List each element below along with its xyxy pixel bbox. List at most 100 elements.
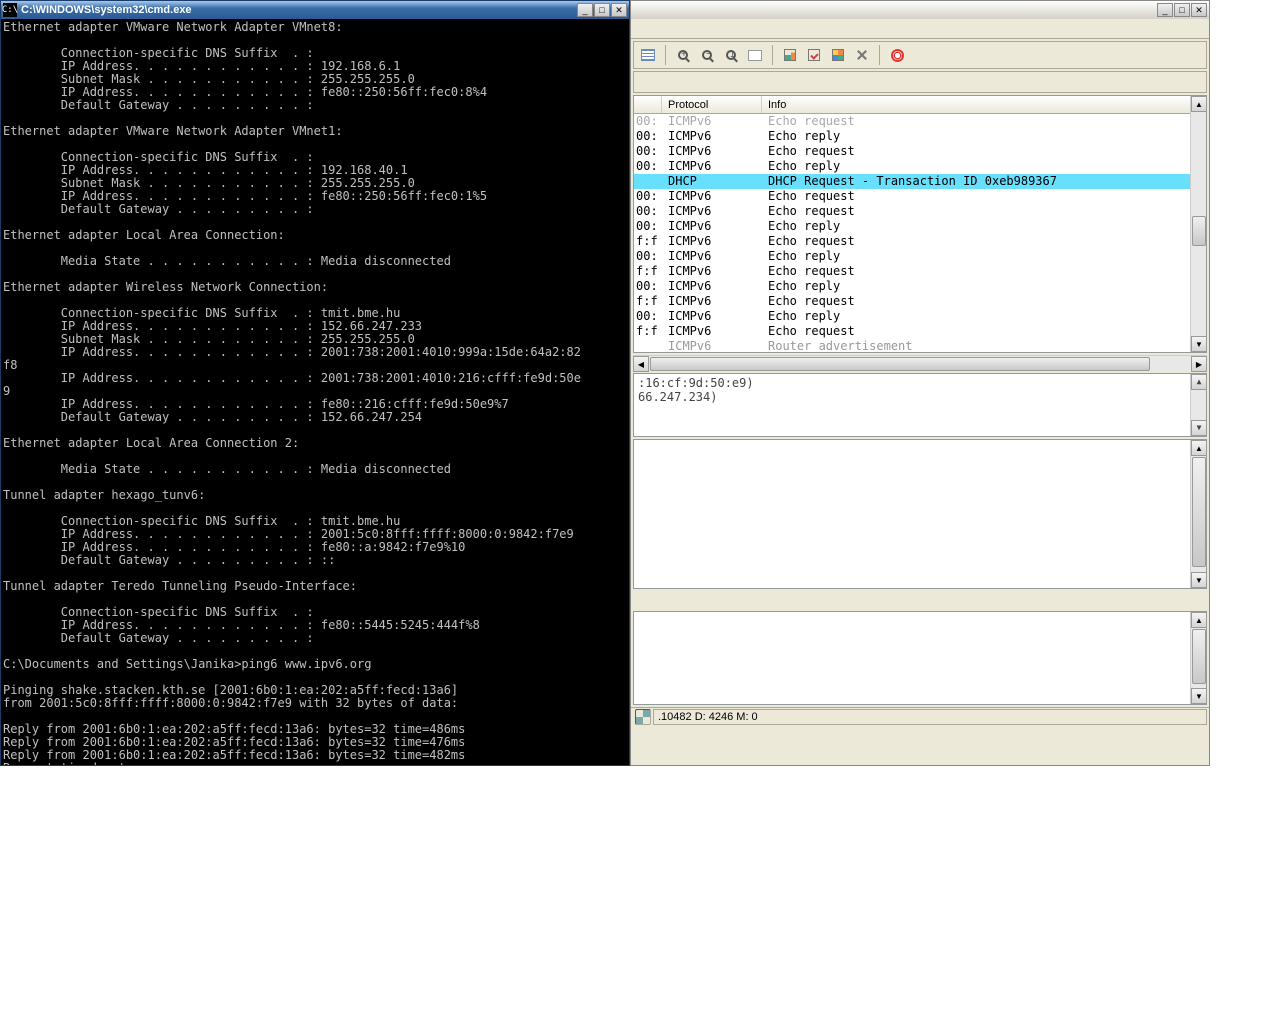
scroll-thumb[interactable] — [1192, 629, 1206, 684]
scroll-down-button[interactable]: ▼ — [1191, 420, 1207, 436]
bytes-pane-tabs[interactable] — [633, 591, 1207, 609]
packet-row[interactable]: 00:ICMPv6Echo request — [634, 204, 1206, 219]
cell-info: Echo reply — [762, 309, 1206, 324]
col-header-info[interactable]: Info — [762, 96, 1206, 113]
coloring-rules-icon[interactable] — [828, 45, 848, 65]
packet-row[interactable]: 00:ICMPv6Echo reply — [634, 249, 1206, 264]
cell-source: 00: — [634, 204, 662, 219]
packet-row[interactable]: f:fICMPv6Echo request — [634, 294, 1206, 309]
col-header-source[interactable] — [634, 96, 662, 113]
close-button[interactable]: ✕ — [1191, 3, 1207, 17]
cell-protocol: ICMPv6 — [662, 189, 762, 204]
zoom-in-icon[interactable] — [673, 45, 693, 65]
maximize-button[interactable]: □ — [594, 3, 610, 17]
packet-row[interactable]: 00:ICMPv6Echo reply — [634, 129, 1206, 144]
scroll-up-button[interactable]: ▲ — [1191, 96, 1207, 112]
cell-protocol: ICMPv6 — [662, 159, 762, 174]
packet-list-scrollbar-v[interactable]: ▲ ▼ — [1190, 96, 1206, 352]
cell-protocol: ICMPv6 — [662, 279, 762, 294]
cell-protocol: ICMPv6 — [662, 129, 762, 144]
packet-bytes-pane-bottom[interactable]: ▲ ▼ — [633, 611, 1207, 705]
cell-source: 00: — [634, 114, 662, 129]
minimize-button[interactable]: _ — [1157, 3, 1173, 17]
display-filter-icon[interactable] — [804, 45, 824, 65]
wireshark-filter-bar[interactable] — [633, 71, 1207, 93]
cell-protocol: ICMPv6 — [662, 114, 762, 129]
scroll-thumb[interactable] — [650, 357, 1150, 371]
preferences-icon[interactable] — [852, 45, 872, 65]
cell-source: 00: — [634, 189, 662, 204]
help-icon[interactable] — [887, 45, 907, 65]
cell-info: Echo request — [762, 264, 1206, 279]
cell-source — [634, 174, 662, 189]
packet-row[interactable]: DHCPDHCP Request - Transaction ID 0xeb98… — [634, 174, 1206, 189]
scroll-left-button[interactable]: ◀ — [633, 356, 649, 372]
cmd-icon: C:\ — [3, 3, 17, 17]
scroll-down-button[interactable]: ▼ — [1191, 572, 1207, 588]
packet-bytes-pane-top[interactable]: ▲ ▼ — [633, 439, 1207, 589]
scroll-thumb[interactable] — [1192, 457, 1206, 567]
cell-protocol: ICMPv6 — [662, 339, 762, 352]
cell-info: Echo request — [762, 294, 1206, 309]
capture-filter-icon[interactable] — [780, 45, 800, 65]
zoom-out-icon[interactable] — [697, 45, 717, 65]
packet-list-scrollbar-h[interactable]: ◀ ▶ — [633, 355, 1207, 371]
cell-info: Echo request — [762, 144, 1206, 159]
cell-protocol: ICMPv6 — [662, 144, 762, 159]
detail-line: 66.247.234) — [638, 390, 1202, 404]
list-icon[interactable] — [638, 45, 658, 65]
cmd-output[interactable]: Ethernet adapter VMware Network Adapter … — [1, 19, 629, 765]
cmd-title-text: C:\WINDOWS\system32\cmd.exe — [21, 4, 577, 16]
scroll-right-button[interactable]: ▶ — [1191, 356, 1207, 372]
wireshark-titlebar[interactable]: _ □ ✕ — [631, 1, 1209, 19]
cell-protocol: ICMPv6 — [662, 204, 762, 219]
col-header-protocol[interactable]: Protocol — [662, 96, 762, 113]
cell-protocol: ICMPv6 — [662, 249, 762, 264]
packet-row[interactable]: f:fICMPv6Echo request — [634, 324, 1206, 339]
cell-source: 00: — [634, 279, 662, 294]
cell-source: 00: — [634, 249, 662, 264]
cell-info: Echo reply — [762, 159, 1206, 174]
packet-row[interactable]: f:fICMPv6Echo request — [634, 234, 1206, 249]
throbber-icon — [635, 709, 651, 725]
packet-row[interactable]: 00:ICMPv6Echo request — [634, 144, 1206, 159]
scroll-down-button[interactable]: ▼ — [1191, 688, 1207, 704]
details-scrollbar-v[interactable]: ▲ ▼ — [1190, 374, 1206, 436]
maximize-button[interactable]: □ — [1174, 3, 1190, 17]
packet-row[interactable]: ICMPv6Router advertisement — [634, 339, 1206, 352]
cell-info: Echo reply — [762, 219, 1206, 234]
packet-row[interactable]: 00:ICMPv6Echo reply — [634, 279, 1206, 294]
packet-row[interactable]: 00:ICMPv6Echo reply — [634, 159, 1206, 174]
wireshark-menubar[interactable] — [631, 19, 1209, 39]
cell-source: 00: — [634, 159, 662, 174]
packet-row[interactable]: 00:ICMPv6Echo reply — [634, 309, 1206, 324]
packet-list-pane[interactable]: Protocol Info 00:ICMPv6Echo request00:IC… — [633, 95, 1207, 353]
close-button[interactable]: ✕ — [611, 3, 627, 17]
cell-protocol: ICMPv6 — [662, 234, 762, 249]
toolbar-separator — [772, 45, 773, 65]
scroll-down-button[interactable]: ▼ — [1191, 336, 1207, 352]
bytes-scrollbar-v[interactable]: ▲ ▼ — [1190, 440, 1206, 588]
toolbar-separator — [879, 45, 880, 65]
cell-protocol: ICMPv6 — [662, 294, 762, 309]
cmd-window: C:\ C:\WINDOWS\system32\cmd.exe _ □ ✕ Et… — [0, 0, 630, 766]
packet-row[interactable]: f:fICMPv6Echo request — [634, 264, 1206, 279]
bytes-scrollbar-v[interactable]: ▲ ▼ — [1190, 612, 1206, 704]
packet-row[interactable]: 00:ICMPv6Echo request — [634, 189, 1206, 204]
scroll-thumb[interactable] — [1192, 216, 1206, 246]
scroll-up-button[interactable]: ▲ — [1191, 440, 1207, 456]
scroll-up-button[interactable]: ▲ — [1191, 612, 1207, 628]
zoom-reset-icon[interactable] — [721, 45, 741, 65]
scroll-up-button[interactable]: ▲ — [1191, 374, 1207, 390]
packet-row[interactable]: 00:ICMPv6Echo request — [634, 114, 1206, 129]
cell-source: 00: — [634, 129, 662, 144]
cell-protocol: ICMPv6 — [662, 264, 762, 279]
packet-details-pane[interactable]: :16:cf:9d:50:e9) 66.247.234) ▲ ▼ — [633, 373, 1207, 437]
cell-info: Echo request — [762, 189, 1206, 204]
packet-list-header: Protocol Info — [634, 96, 1206, 114]
packet-row[interactable]: 00:ICMPv6Echo reply — [634, 219, 1206, 234]
detail-line: :16:cf:9d:50:e9) — [638, 376, 1202, 390]
resize-columns-icon[interactable] — [745, 45, 765, 65]
cmd-titlebar[interactable]: C:\ C:\WINDOWS\system32\cmd.exe _ □ ✕ — [1, 1, 629, 19]
minimize-button[interactable]: _ — [577, 3, 593, 17]
